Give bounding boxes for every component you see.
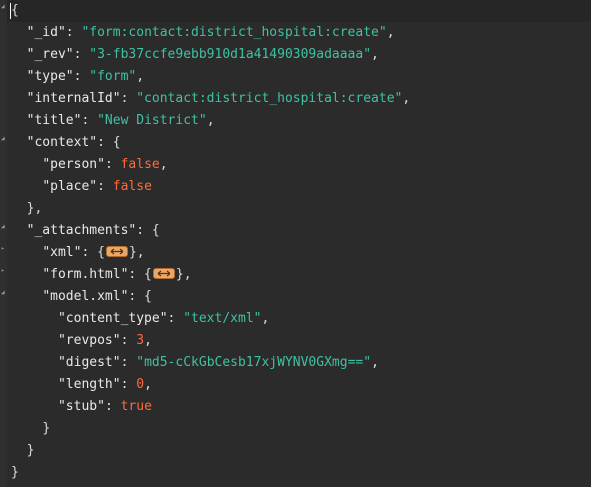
fold-triangle-icon[interactable]: ◢ (1, 136, 5, 142)
code-line: ▸ "form.html": {}, (1, 267, 192, 282)
code-line: "type": "form", (26, 69, 145, 84)
json-editor[interactable]: ◢ { "_id": "form:contact:district_hospit… (0, 0, 591, 487)
json-string-value: "form" (89, 69, 137, 84)
json-key: "model.xml" (42, 289, 129, 304)
json-boolean-value: true (120, 399, 152, 414)
collapsed-ellipsis-icon[interactable] (105, 246, 128, 257)
code-line: "_rev": "3-fb37ccfe9ebb910d1a41490309ada… (26, 47, 379, 62)
json-key: "_rev" (26, 47, 74, 62)
code-line: "length": 0, (57, 377, 152, 392)
json-key: "stub" (57, 399, 105, 414)
fold-triangle-icon[interactable]: ◢ (1, 290, 5, 296)
fold-triangle-icon[interactable]: ▸ (1, 246, 5, 252)
code-line: "person": false, (42, 157, 168, 172)
code-line: "revpos": 3, (57, 333, 152, 348)
json-key: "context" (26, 135, 98, 150)
json-key: "digest" (57, 355, 121, 370)
collapsed-ellipsis-icon[interactable] (152, 268, 175, 279)
json-key: "person" (42, 157, 105, 172)
code-line: "content_type": "text/xml", (57, 311, 270, 326)
json-string-value: "md5-cCkGbCesb17xjWYNV0GXmg==" (136, 355, 372, 370)
json-number-value: 3 (136, 333, 145, 348)
code-line: } (11, 465, 19, 480)
code-line: "title": "New District", (26, 113, 215, 128)
code-line: ◢ "model.xml": { (1, 289, 152, 304)
json-key: "xml" (42, 245, 82, 260)
json-key: "content_type" (57, 311, 168, 326)
code-line: ▸ "xml": {}, (1, 245, 145, 260)
code-line: "internalId": "contact:district_hospital… (26, 91, 411, 106)
code-line: "place": false (42, 179, 152, 194)
json-key: "title" (26, 113, 82, 128)
code-line: ◢ "context": { (1, 135, 121, 150)
json-key: "_attachments" (26, 223, 137, 238)
json-key: "place" (42, 179, 98, 194)
json-string-value: "text/xml" (183, 311, 262, 326)
fold-triangle-icon[interactable]: ◢ (1, 4, 5, 10)
json-string-value: "3-fb37ccfe9ebb910d1a41490309adaaaa" (89, 47, 372, 62)
code-line: "stub": true (57, 399, 152, 414)
json-key: "revpos" (57, 333, 121, 348)
json-boolean-value: false (112, 179, 152, 194)
json-number-value: 0 (136, 377, 145, 392)
code-line: "_id": "form:contact:district_hospital:c… (26, 25, 395, 40)
brace: { (11, 3, 19, 18)
json-key: "length" (57, 377, 121, 392)
json-boolean-value: false (120, 157, 160, 172)
code-line: } (42, 421, 51, 436)
code-line: }, (26, 201, 43, 216)
code-line: "digest": "md5-cCkGbCesb17xjWYNV0GXmg=="… (57, 355, 379, 370)
code-line: ◢ "_attachments": { (1, 223, 160, 238)
json-string-value: "contact:district_hospital:create" (136, 91, 403, 106)
json-string-value: "New District" (97, 113, 207, 128)
json-key: "internalId" (26, 91, 121, 106)
json-key: "type" (26, 69, 74, 84)
code-line: ◢ { (0, 0, 591, 22)
fold-triangle-icon[interactable]: ◢ (1, 224, 5, 230)
json-key: "_id" (26, 25, 66, 40)
json-key: "form.html" (42, 267, 129, 282)
code-line: } (26, 443, 35, 458)
fold-triangle-icon[interactable]: ▸ (1, 268, 5, 274)
json-string-value: "form:contact:district_hospital:create" (81, 25, 387, 40)
code-area[interactable]: ◢ { "_id": "form:contact:district_hospit… (0, 0, 591, 484)
